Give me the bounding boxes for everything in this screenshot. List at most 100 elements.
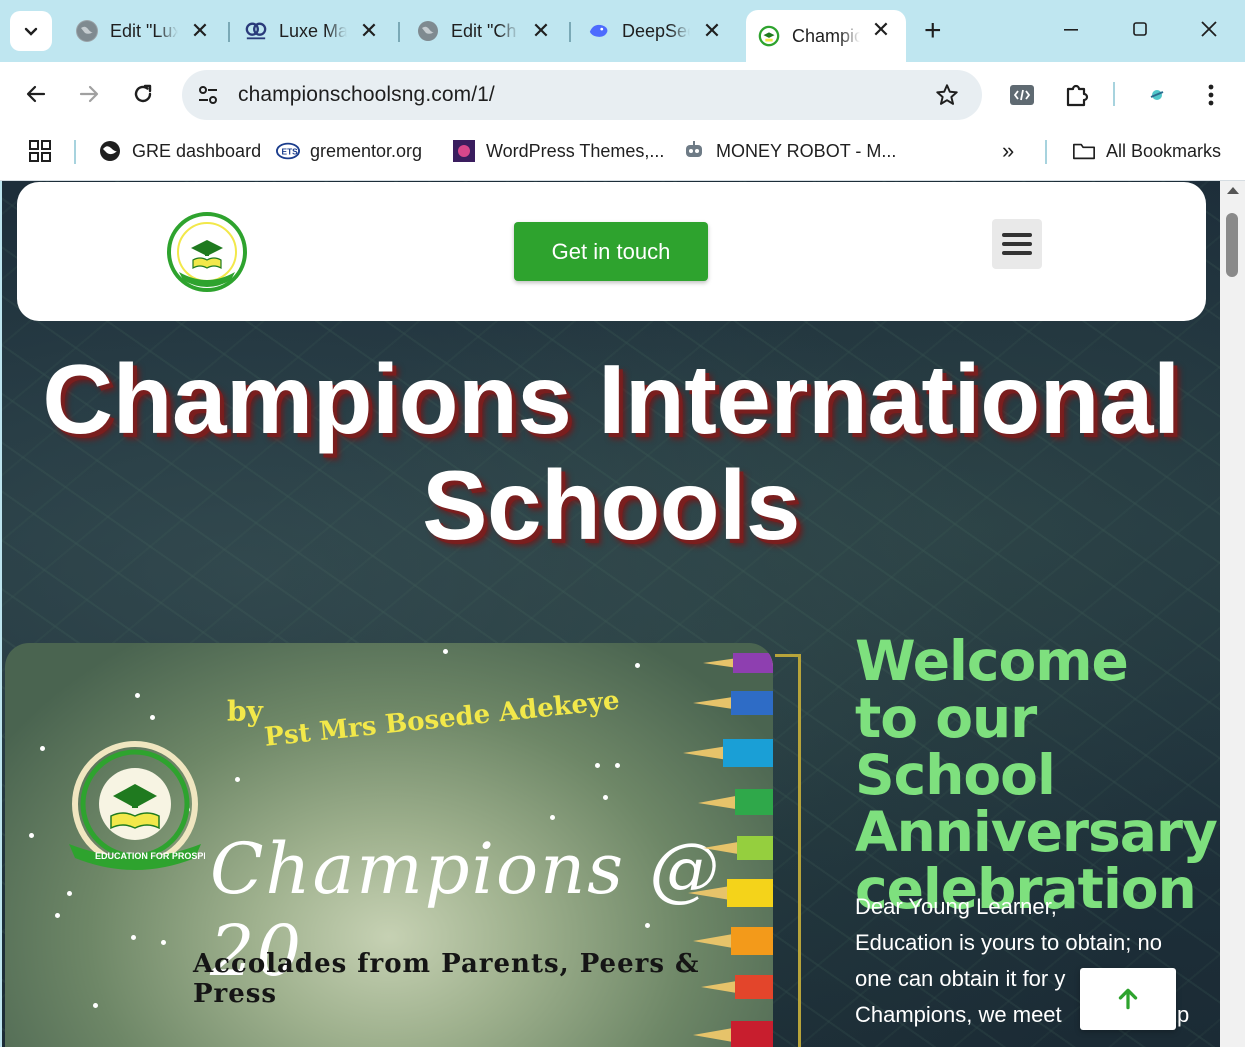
more-bookmarks-button[interactable]: » — [1002, 138, 1014, 164]
hamburger-icon-bar — [1002, 251, 1032, 255]
tab-deepseek[interactable]: DeepSeek ✕ — [588, 12, 723, 50]
intro-line-text: Champions, we meet — [855, 1002, 1062, 1027]
tab-title: Edit "Ch — [451, 20, 517, 41]
bookmark-gre-dashboard[interactable]: GRE dashboard — [98, 138, 261, 164]
bookmark-separator — [1045, 140, 1047, 164]
scroll-to-top-button[interactable] — [1080, 968, 1176, 1030]
maximize-icon — [1133, 22, 1147, 36]
tab-title: Luxe Ma — [279, 20, 347, 41]
forward-button[interactable] — [73, 78, 105, 110]
close-icon[interactable]: ✕ — [701, 20, 723, 42]
menu-button[interactable] — [992, 219, 1042, 269]
close-icon[interactable]: ✕ — [530, 20, 552, 42]
url-text: championschoolsng.com/1/ — [238, 83, 495, 106]
hamburger-icon-bar — [1002, 242, 1032, 246]
star-dot — [235, 777, 240, 782]
globe-icon — [76, 20, 98, 42]
bookmark-grementor[interactable]: ETS grementor.org — [276, 138, 422, 164]
svg-text:ETS: ETS — [282, 147, 299, 157]
maximize-button[interactable] — [1125, 14, 1155, 44]
bookmark-separator — [74, 140, 76, 164]
minimize-icon — [1064, 29, 1078, 31]
tab-separator — [228, 22, 230, 42]
all-bookmarks-button[interactable]: All Bookmarks — [1072, 138, 1221, 164]
arrow-right-icon — [79, 85, 99, 103]
close-icon — [1201, 21, 1217, 37]
close-icon[interactable]: ✕ — [358, 20, 380, 42]
star-dot — [161, 940, 166, 945]
banner-by: by — [227, 695, 263, 728]
star-dot — [93, 1003, 98, 1008]
new-tab-button[interactable]: + — [924, 16, 942, 46]
tab-luxe[interactable]: Luxe Ma ✕ — [245, 12, 380, 50]
reload-button[interactable] — [127, 78, 159, 110]
chevron-double-right-icon: » — [1002, 138, 1015, 163]
tab-title: Edit "Luxe Ma — [110, 20, 178, 41]
decorative-frame-line — [798, 654, 801, 1047]
school-emblem: EDUCATION FOR PROSPERITY — [69, 741, 205, 870]
site-settings-icon[interactable] — [196, 83, 220, 107]
tab-edit-luxe[interactable]: Edit "Luxe Ma ✕ — [76, 12, 211, 50]
page-scrollbar[interactable] — [1220, 181, 1245, 1047]
school-logo[interactable] — [165, 210, 249, 294]
browser-menu-icon[interactable] — [1196, 80, 1226, 110]
get-in-touch-button[interactable]: Get in touch — [514, 222, 708, 281]
welcome-heading: Welcome to our School Anniversary celebr… — [855, 629, 1218, 921]
star-dot — [40, 746, 45, 751]
deepseek-icon — [588, 20, 610, 42]
star-dot — [150, 715, 155, 720]
site-logo-icon — [245, 20, 267, 42]
champions-logo-icon — [758, 25, 780, 47]
tab-search-button[interactable] — [10, 11, 52, 51]
hero-title-line2: Schools — [422, 450, 800, 560]
bookmark-label: grementor.org — [310, 140, 423, 161]
colored-pencils-graphic — [683, 653, 773, 1047]
ets-icon: ETS — [276, 139, 300, 163]
all-bookmarks-label: All Bookmarks — [1106, 140, 1222, 161]
bookmark-money-robot[interactable]: MONEY ROBOT - M... — [682, 138, 896, 164]
intro-line: Dear Young Learner, — [855, 894, 1057, 919]
minimize-button[interactable] — [1056, 14, 1086, 44]
bookmarks-bar: GRE dashboard ETS grementor.org WordPres… — [0, 126, 1245, 181]
arrow-up-icon — [1118, 988, 1138, 1010]
bookmark-wordpress-themes[interactable]: WordPress Themes,... — [452, 138, 664, 164]
star-dot — [135, 693, 140, 698]
bookmark-label: WordPress Themes,... — [486, 140, 665, 161]
robot-icon — [682, 139, 706, 163]
tab-edit-ch[interactable]: Edit "Ch ✕ — [417, 12, 552, 50]
extensions-puzzle-icon[interactable] — [1062, 80, 1092, 110]
close-icon[interactable]: ✕ — [189, 20, 211, 42]
tab-champions[interactable]: Champions ✕ — [746, 10, 906, 62]
hamburger-icon — [1002, 233, 1032, 237]
close-icon[interactable]: ✕ — [870, 19, 892, 41]
intro-line-tail: p — [1177, 1002, 1190, 1027]
tab-separator — [398, 22, 400, 42]
star-dot — [615, 763, 620, 768]
bookmark-star-icon[interactable] — [934, 82, 960, 108]
close-window-button[interactable] — [1194, 14, 1224, 44]
star-dot — [131, 935, 136, 940]
apps-button[interactable] — [28, 138, 52, 164]
address-bar[interactable]: championschoolsng.com/1/ — [182, 70, 982, 120]
scrollbar-thumb[interactable] — [1226, 213, 1238, 277]
wordpress-theme-icon — [452, 139, 476, 163]
devtools-extension-icon[interactable] — [1007, 80, 1037, 110]
scroll-up-arrow-icon[interactable] — [1227, 187, 1239, 194]
star-dot — [55, 913, 60, 918]
banner-author: Pst Mrs Bosede Adekeye — [263, 685, 621, 753]
reload-icon — [134, 84, 152, 103]
anniversary-banner-image: by Pst Mrs Bosede Adekeye EDUCATION FOR … — [5, 643, 773, 1047]
star-dot — [595, 763, 600, 768]
chevron-down-icon — [24, 27, 38, 36]
browser-toolbar: championschoolsng.com/1/ — [0, 62, 1245, 126]
apps-grid-icon — [29, 140, 51, 162]
extension-icon[interactable] — [1142, 80, 1172, 110]
hero-title: Champions International Schools — [2, 346, 1220, 558]
site-header: Get in touch — [17, 182, 1206, 321]
tab-title: Champions — [792, 25, 860, 46]
back-button[interactable] — [20, 78, 52, 110]
bookmark-label: MONEY ROBOT - M... — [716, 140, 897, 161]
star-dot — [603, 795, 608, 800]
tab-separator — [569, 22, 571, 42]
intro-line: Education is yours to obtain; no — [855, 930, 1162, 955]
